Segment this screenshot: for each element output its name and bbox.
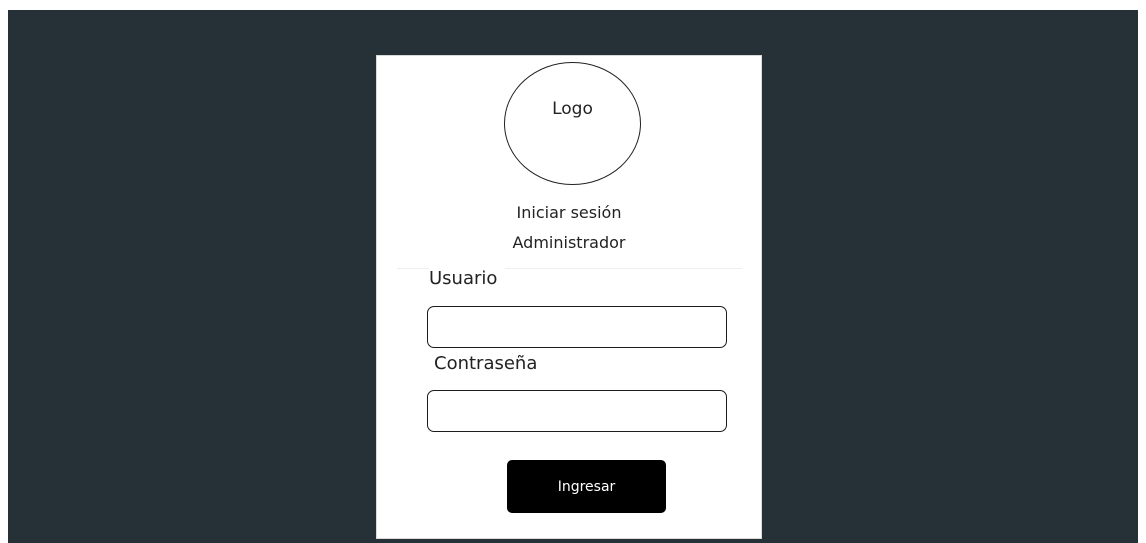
login-title: Iniciar sesión: [516, 203, 622, 222]
password-label: Contraseña: [434, 353, 546, 374]
username-label: Usuario: [429, 268, 506, 289]
logo-text: Logo: [552, 99, 593, 119]
username-input[interactable]: [427, 306, 727, 348]
password-input[interactable]: [427, 390, 727, 432]
login-button[interactable]: Ingresar: [507, 460, 666, 513]
logo-placeholder: Logo: [504, 62, 641, 185]
login-subtitle: Administrador: [512, 233, 626, 252]
